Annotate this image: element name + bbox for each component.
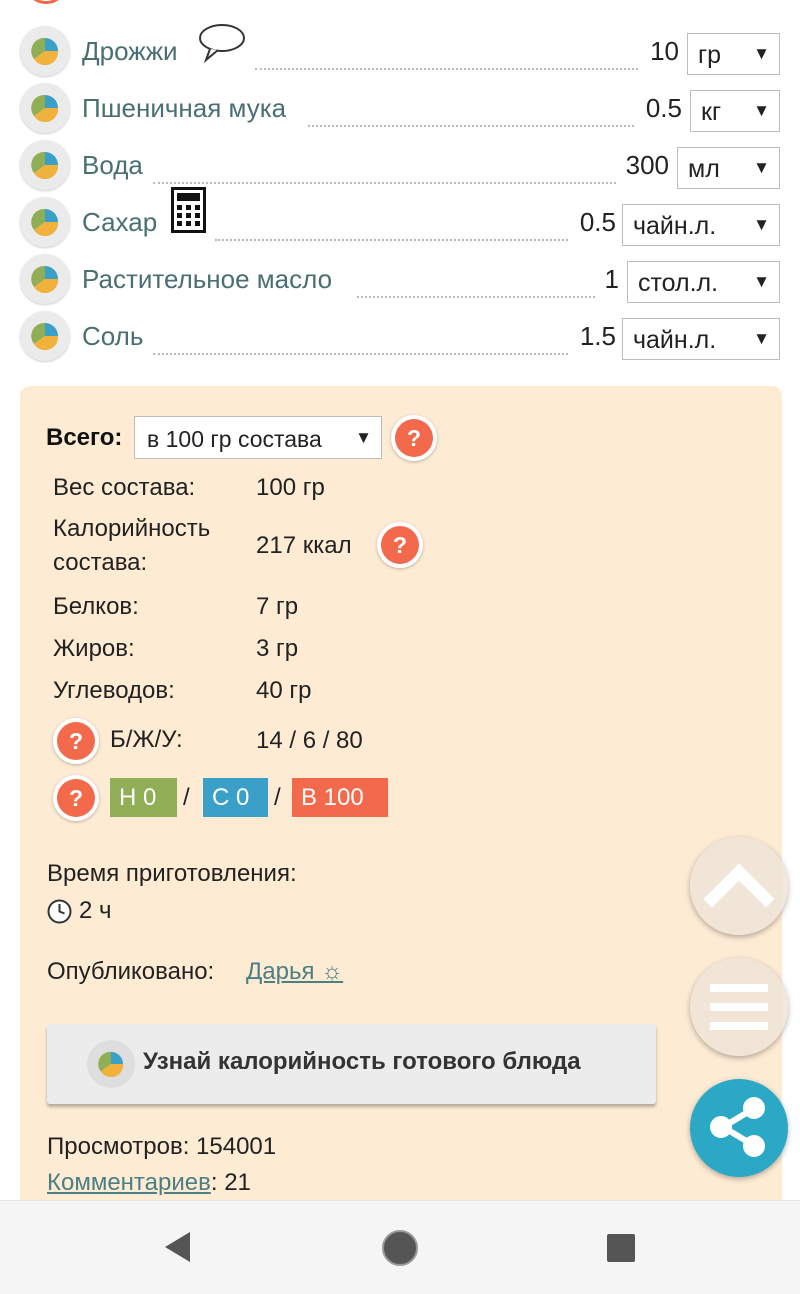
ingredient-quantity[interactable]: 1 bbox=[605, 264, 619, 295]
menu-button[interactable] bbox=[690, 958, 788, 1056]
dropdown-arrow-icon: ▼ bbox=[753, 158, 770, 177]
rating-badge-c: С 0 bbox=[203, 778, 268, 817]
leader-dots bbox=[308, 125, 634, 127]
unit-select[interactable]: кг ▼ bbox=[690, 90, 780, 132]
ingredient-row: Сахар 0.5 чайн.л. ▼ bbox=[0, 187, 800, 252]
system-nav-bar bbox=[0, 1200, 800, 1294]
prep-time-label: Время приготовления: bbox=[47, 860, 297, 887]
bju-value: 14 / 6 / 80 bbox=[256, 727, 363, 754]
comments-link[interactable]: Комментариев bbox=[47, 1169, 211, 1196]
leader-dots bbox=[215, 239, 568, 241]
ingredient-row: Вода 300 мл ▼ bbox=[0, 138, 800, 195]
ingredient-row: Растительное масло 1 стол.л. ▼ bbox=[0, 252, 800, 309]
ingredient-row: Дрожжи 10 гр ▼ bbox=[0, 24, 800, 81]
bju-label: Б/Ж/У: bbox=[110, 726, 183, 753]
ingredient-quantity[interactable]: 1.5 bbox=[580, 321, 616, 352]
unit-select[interactable]: мл ▼ bbox=[677, 147, 780, 189]
comments-count: : 21 bbox=[210, 1169, 251, 1196]
partial-ingredient-icon bbox=[24, 0, 68, 4]
scroll-up-button[interactable] bbox=[690, 837, 788, 935]
leader-dots bbox=[255, 68, 638, 70]
ingredient-quantity[interactable]: 0.5 bbox=[646, 93, 682, 124]
calorie-button-label: Узнай калорийность готового блюда bbox=[143, 1048, 581, 1075]
ingredient-name[interactable]: Пшеничная мука bbox=[82, 93, 286, 124]
share-icon bbox=[710, 1097, 765, 1157]
ingredient-row: Пшеничная мука 0.5 кг ▼ bbox=[0, 81, 800, 138]
help-icon[interactable]: ? bbox=[53, 775, 99, 821]
leader-dots bbox=[153, 353, 568, 355]
calorie-value: 217 ккал bbox=[256, 532, 352, 559]
ingredient-name[interactable]: Дрожжи bbox=[82, 36, 178, 67]
chevron-up-icon bbox=[703, 863, 775, 908]
ingredient-quantity[interactable]: 10 bbox=[650, 36, 679, 67]
clock-icon bbox=[47, 899, 72, 924]
protein-label: Белков: bbox=[53, 593, 139, 620]
ingredient-name[interactable]: Сахар bbox=[82, 207, 157, 238]
published-label: Опубликовано: bbox=[47, 958, 215, 985]
pie-chart-icon[interactable] bbox=[20, 26, 70, 76]
rating-badge-n: Н 0 bbox=[110, 778, 177, 817]
pie-chart-icon[interactable] bbox=[20, 140, 70, 190]
unit-value: мл bbox=[688, 155, 720, 183]
dropdown-arrow-icon: ▼ bbox=[753, 44, 770, 63]
total-label: Всего: bbox=[46, 424, 123, 451]
author-link[interactable]: Дарья ☼ bbox=[246, 958, 343, 986]
share-button[interactable] bbox=[690, 1079, 788, 1177]
help-icon[interactable]: ? bbox=[53, 718, 99, 764]
calorie-calculator-button[interactable]: Узнай калорийность готового блюда bbox=[47, 1024, 656, 1104]
dropdown-arrow-icon: ▼ bbox=[753, 272, 770, 291]
leader-dots bbox=[153, 182, 616, 184]
leader-dots bbox=[357, 296, 595, 298]
basis-value: в 100 гр состава bbox=[147, 426, 322, 452]
unit-select[interactable]: чайн.л. ▼ bbox=[622, 318, 780, 360]
badge-separator: / bbox=[274, 784, 281, 811]
calorie-label: Калорийность состава: bbox=[53, 515, 211, 576]
fat-label: Жиров: bbox=[53, 635, 135, 662]
prep-time-value: 2 ч bbox=[79, 897, 112, 924]
rating-badge-b: В 100 bbox=[292, 778, 388, 817]
dropdown-arrow-icon: ▼ bbox=[753, 215, 770, 234]
speech-bubble-icon[interactable] bbox=[197, 22, 247, 66]
unit-value: кг bbox=[701, 98, 722, 126]
unit-value: чайн.л. bbox=[633, 326, 717, 354]
dropdown-arrow-icon: ▼ bbox=[355, 428, 372, 447]
unit-value: стол.л. bbox=[638, 269, 719, 297]
weight-value: 100 гр bbox=[256, 474, 325, 501]
calculator-icon[interactable] bbox=[171, 187, 206, 233]
ingredient-name[interactable]: Вода bbox=[82, 150, 143, 181]
ingredient-name[interactable]: Растительное масло bbox=[82, 264, 332, 295]
dropdown-arrow-icon: ▼ bbox=[753, 101, 770, 120]
ingredient-row: Соль 1.5 чайн.л. ▼ bbox=[0, 309, 800, 366]
carbs-value: 40 гр bbox=[256, 677, 312, 704]
home-circle-icon[interactable] bbox=[381, 1229, 419, 1267]
badge-separator: / bbox=[183, 784, 190, 811]
back-triangle-icon[interactable] bbox=[160, 1229, 196, 1265]
fat-value: 3 гр bbox=[256, 635, 299, 662]
pie-chart-icon[interactable] bbox=[20, 311, 70, 361]
ingredient-quantity[interactable]: 0.5 bbox=[580, 207, 616, 238]
hamburger-menu-icon bbox=[710, 984, 768, 1030]
unit-select[interactable]: стол.л. ▼ bbox=[627, 261, 780, 303]
carbs-label: Углеводов: bbox=[53, 677, 175, 704]
unit-value: чайн.л. bbox=[633, 212, 717, 240]
unit-select[interactable]: чайн.л. ▼ bbox=[622, 204, 780, 246]
weight-label: Вес состава: bbox=[53, 474, 196, 501]
pie-chart-icon[interactable] bbox=[20, 254, 70, 304]
help-icon[interactable]: ? bbox=[377, 522, 423, 568]
views-count: Просмотров: 154001 bbox=[47, 1133, 277, 1160]
pie-chart-icon[interactable] bbox=[20, 197, 70, 247]
basis-select[interactable]: в 100 гр состава ▼ bbox=[134, 416, 382, 459]
pie-chart-icon[interactable] bbox=[20, 83, 70, 133]
help-icon[interactable]: ? bbox=[391, 415, 437, 461]
ingredient-quantity[interactable]: 300 bbox=[626, 150, 669, 181]
recents-square-icon[interactable] bbox=[605, 1232, 637, 1264]
pie-chart-icon bbox=[87, 1040, 135, 1088]
comments-row: Комментариев: 21 bbox=[47, 1169, 251, 1197]
ingredient-name[interactable]: Соль bbox=[82, 321, 143, 352]
unit-select[interactable]: гр ▼ bbox=[687, 33, 780, 75]
dropdown-arrow-icon: ▼ bbox=[753, 329, 770, 348]
unit-value: гр bbox=[698, 41, 722, 69]
protein-value: 7 гр bbox=[256, 593, 299, 620]
